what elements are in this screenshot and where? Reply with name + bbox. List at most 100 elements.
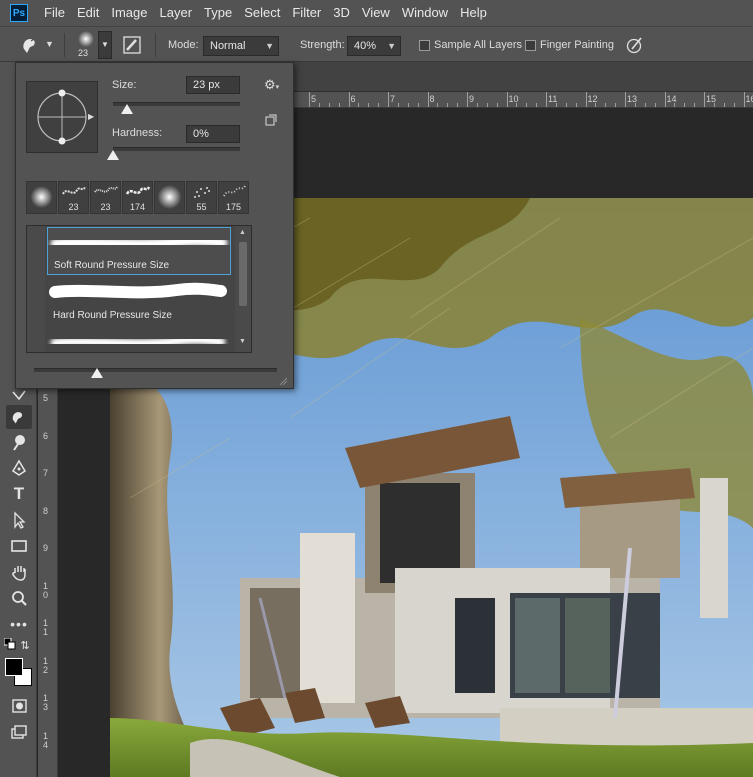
ruler-tick bbox=[407, 103, 409, 107]
finger-painting-checkbox[interactable] bbox=[525, 40, 536, 51]
ruler-tick bbox=[467, 92, 468, 107]
ruler-number: 9 bbox=[43, 543, 49, 553]
options-bar: ▼ 23 ▼ Mode: Normal ▼ Strength: 40% ▼ Sa… bbox=[0, 26, 753, 62]
scroll-up-icon[interactable]: ▲ bbox=[239, 229, 246, 236]
quick-mask-icon[interactable] bbox=[6, 694, 32, 718]
ruler-tick bbox=[704, 92, 705, 107]
dodge-tool-icon[interactable] bbox=[6, 430, 32, 454]
recent-brush-presets: 23 23 174 55 175 bbox=[26, 181, 250, 215]
preset-brush-174[interactable]: 174 bbox=[122, 181, 153, 214]
smudge-tool-icon[interactable] bbox=[6, 405, 32, 429]
default-colors-icon[interactable] bbox=[4, 638, 16, 650]
ruler-tick bbox=[496, 103, 498, 107]
brush-size-number: 23 bbox=[78, 48, 89, 58]
ruler-tick bbox=[723, 103, 725, 107]
ruler-tick bbox=[575, 103, 577, 107]
chevron-down-icon: ▼ bbox=[387, 41, 396, 51]
screen-mode-icon[interactable] bbox=[6, 720, 32, 744]
ruler-number: 6 bbox=[350, 94, 356, 104]
preset-soft-round[interactable] bbox=[26, 181, 57, 214]
new-preset-icon[interactable] bbox=[265, 113, 277, 126]
menu-edit[interactable]: Edit bbox=[71, 0, 105, 26]
brush-item-hard-round-pressure-size[interactable]: Hard Round Pressure Size bbox=[47, 276, 231, 324]
preview-size-slider-thumb[interactable] bbox=[91, 368, 103, 378]
ruler-tick bbox=[417, 103, 419, 107]
ruler-tick bbox=[664, 92, 666, 107]
ruler-tick bbox=[585, 92, 587, 107]
preset-spatter-55[interactable]: 55 bbox=[186, 181, 217, 214]
ruler-tick bbox=[684, 103, 686, 107]
preset-brush-23b[interactable]: 23 bbox=[90, 181, 121, 214]
size-slider-thumb[interactable] bbox=[121, 104, 133, 114]
ruler-tick bbox=[565, 103, 567, 107]
brush-list-scrollbar[interactable]: ▲ ▼ bbox=[235, 226, 251, 352]
mode-label: Mode: bbox=[168, 39, 199, 51]
menu-view[interactable]: View bbox=[356, 0, 396, 26]
scroll-thumb[interactable] bbox=[239, 242, 247, 306]
ruler-number: 8 bbox=[429, 94, 435, 104]
menu-window[interactable]: Window bbox=[396, 0, 454, 26]
preset-brush-23a[interactable]: 23 bbox=[58, 181, 89, 214]
ruler-number: 13 bbox=[43, 693, 49, 712]
ruler-number: 6 bbox=[43, 430, 49, 441]
ruler-number: 5 bbox=[311, 94, 317, 104]
menu-help[interactable]: Help bbox=[454, 0, 493, 26]
hand-tool-icon[interactable] bbox=[6, 560, 32, 584]
brush-settings-icon[interactable] bbox=[122, 35, 142, 55]
ruler-tick bbox=[733, 103, 735, 107]
ruler-tick bbox=[743, 92, 745, 107]
zoom-tool-icon[interactable] bbox=[6, 586, 32, 610]
menu-image[interactable]: Image bbox=[105, 0, 153, 26]
ruler-tick bbox=[674, 103, 676, 107]
size-input[interactable]: 23 px bbox=[186, 76, 240, 94]
pen-tool-icon[interactable] bbox=[6, 456, 32, 480]
ruler-tick bbox=[328, 103, 330, 107]
resize-grip-icon[interactable] bbox=[278, 373, 288, 386]
menu-type[interactable]: Type bbox=[198, 0, 238, 26]
ruler-number: 9 bbox=[469, 94, 475, 104]
path-selection-icon[interactable] bbox=[6, 508, 32, 532]
hardness-input[interactable]: 0% bbox=[186, 125, 240, 143]
more-tools-icon[interactable]: ••• bbox=[6, 612, 32, 636]
preset-soft-round-large[interactable] bbox=[154, 181, 185, 214]
preview-size-slider-track[interactable] bbox=[34, 368, 277, 372]
ruler-tick bbox=[476, 103, 478, 107]
brush-picker-button[interactable]: ▼ bbox=[98, 31, 112, 59]
menu-layer[interactable]: Layer bbox=[154, 0, 199, 26]
preset-brush-175[interactable]: 175 bbox=[218, 181, 249, 214]
ruler-tick bbox=[546, 92, 547, 107]
chevron-down-icon[interactable]: ▼ bbox=[45, 39, 54, 49]
menu-file[interactable]: File bbox=[38, 0, 71, 26]
menu-3d[interactable]: 3D bbox=[327, 0, 356, 26]
hardness-slider-track[interactable] bbox=[113, 147, 240, 151]
ruler-tick bbox=[318, 103, 320, 107]
type-tool-icon[interactable]: T bbox=[6, 482, 32, 506]
gear-icon[interactable]: ⚙▾ bbox=[264, 77, 279, 93]
brush-preview-icon[interactable] bbox=[76, 30, 96, 48]
scroll-down-icon[interactable]: ▼ bbox=[239, 338, 246, 345]
rectangle-tool-icon[interactable] bbox=[6, 534, 32, 558]
ruler-tick bbox=[388, 92, 389, 107]
pressure-icon[interactable] bbox=[625, 35, 645, 55]
ruler-tick bbox=[526, 103, 528, 107]
foreground-color-swatch[interactable] bbox=[5, 658, 23, 676]
swap-colors-icon[interactable]: ⇅ bbox=[18, 638, 32, 652]
photoshop-logo[interactable]: Ps bbox=[10, 4, 28, 22]
ruler-number: 14 bbox=[43, 730, 49, 750]
smudge-tool-preset-icon[interactable] bbox=[20, 35, 42, 55]
mode-select[interactable]: Normal ▼ bbox=[203, 36, 279, 56]
menu-filter[interactable]: Filter bbox=[286, 0, 327, 26]
ruler-tick bbox=[447, 103, 449, 107]
menu-select[interactable]: Select bbox=[238, 0, 286, 26]
hardness-slider-thumb[interactable] bbox=[107, 150, 119, 160]
brush-item-soft-round[interactable] bbox=[47, 325, 231, 352]
separator bbox=[64, 33, 65, 57]
ruler-tick bbox=[713, 103, 715, 107]
ruler-tick bbox=[634, 103, 636, 107]
ruler-tick bbox=[437, 103, 439, 107]
brush-item-soft-round-pressure-size[interactable]: Soft Round Pressure Size bbox=[47, 227, 231, 275]
strength-field[interactable]: 40% ▼ bbox=[347, 36, 401, 56]
ruler-tick bbox=[486, 103, 488, 107]
sample-all-layers-checkbox[interactable] bbox=[419, 40, 430, 51]
ruler-tick bbox=[358, 103, 360, 107]
